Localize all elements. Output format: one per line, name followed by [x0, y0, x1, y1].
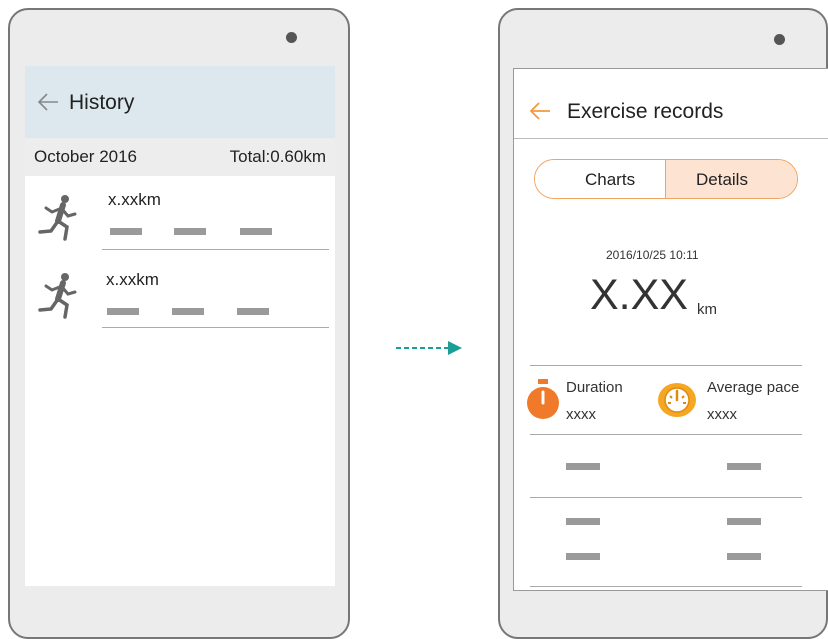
placeholder-dash — [237, 308, 269, 315]
duration-label: Duration — [566, 379, 623, 396]
tab-charts-label: Charts — [585, 170, 636, 189]
tab-details[interactable]: Details — [665, 160, 797, 198]
back-arrow-icon[interactable] — [36, 92, 60, 112]
segmented-control: Charts Details — [534, 159, 798, 199]
runner-icon — [38, 195, 77, 241]
average-pace-label: Average pace — [707, 379, 800, 396]
exercise-header: Exercise records — [514, 69, 828, 139]
placeholder-dash — [240, 228, 272, 235]
placeholder-dash — [727, 553, 761, 560]
camera-dot — [774, 34, 785, 45]
speedometer-icon — [658, 383, 696, 417]
stopwatch-icon — [527, 379, 559, 419]
tab-details-label: Details — [696, 170, 748, 189]
duration-value: xxxx — [566, 406, 596, 423]
left-phone: History October 2016 Total:0.60km x.xxkm — [8, 8, 350, 639]
page-title: History — [69, 91, 135, 114]
record-distance: x.xxkm — [108, 190, 161, 209]
placeholder-dash — [727, 518, 761, 525]
list-item[interactable]: x.xxkm — [25, 260, 335, 344]
placeholder-dash — [172, 308, 204, 315]
distance-unit: km — [697, 301, 717, 318]
exercise-screen: Exercise records Charts Details 2016/10/… — [513, 68, 828, 591]
dashed-arrow-icon — [396, 341, 462, 355]
placeholder-dash — [174, 228, 206, 235]
divider — [530, 434, 802, 435]
placeholder-dash — [566, 518, 600, 525]
record-distance: x.xxkm — [106, 270, 159, 289]
history-header: History — [25, 66, 335, 138]
list-item[interactable]: x.xxkm — [25, 176, 335, 260]
divider — [530, 497, 802, 498]
distance-value: X.XX — [590, 271, 688, 319]
placeholder-dash — [566, 463, 600, 470]
camera-dot — [286, 32, 297, 43]
tab-charts[interactable]: Charts — [535, 160, 665, 198]
total-distance: Total:0.60km — [229, 147, 326, 166]
placeholder-dash — [566, 553, 600, 560]
back-arrow-icon[interactable] — [528, 101, 552, 121]
placeholder-dash — [107, 308, 139, 315]
month-bar: October 2016 Total:0.60km — [25, 138, 335, 176]
record-datetime: 2016/10/25 10:11 — [606, 248, 699, 262]
average-pace-value: xxxx — [707, 406, 737, 423]
page-title: Exercise records — [567, 100, 724, 123]
placeholder-dash — [727, 463, 761, 470]
divider — [530, 586, 802, 587]
divider — [102, 327, 329, 328]
month-label: October 2016 — [34, 147, 138, 166]
right-phone: Exercise records Charts Details 2016/10/… — [498, 8, 828, 639]
runner-icon — [38, 273, 77, 319]
divider — [530, 365, 802, 366]
placeholder-dash — [110, 228, 142, 235]
divider — [102, 249, 329, 250]
history-screen: History October 2016 Total:0.60km x.xxkm — [25, 66, 335, 586]
